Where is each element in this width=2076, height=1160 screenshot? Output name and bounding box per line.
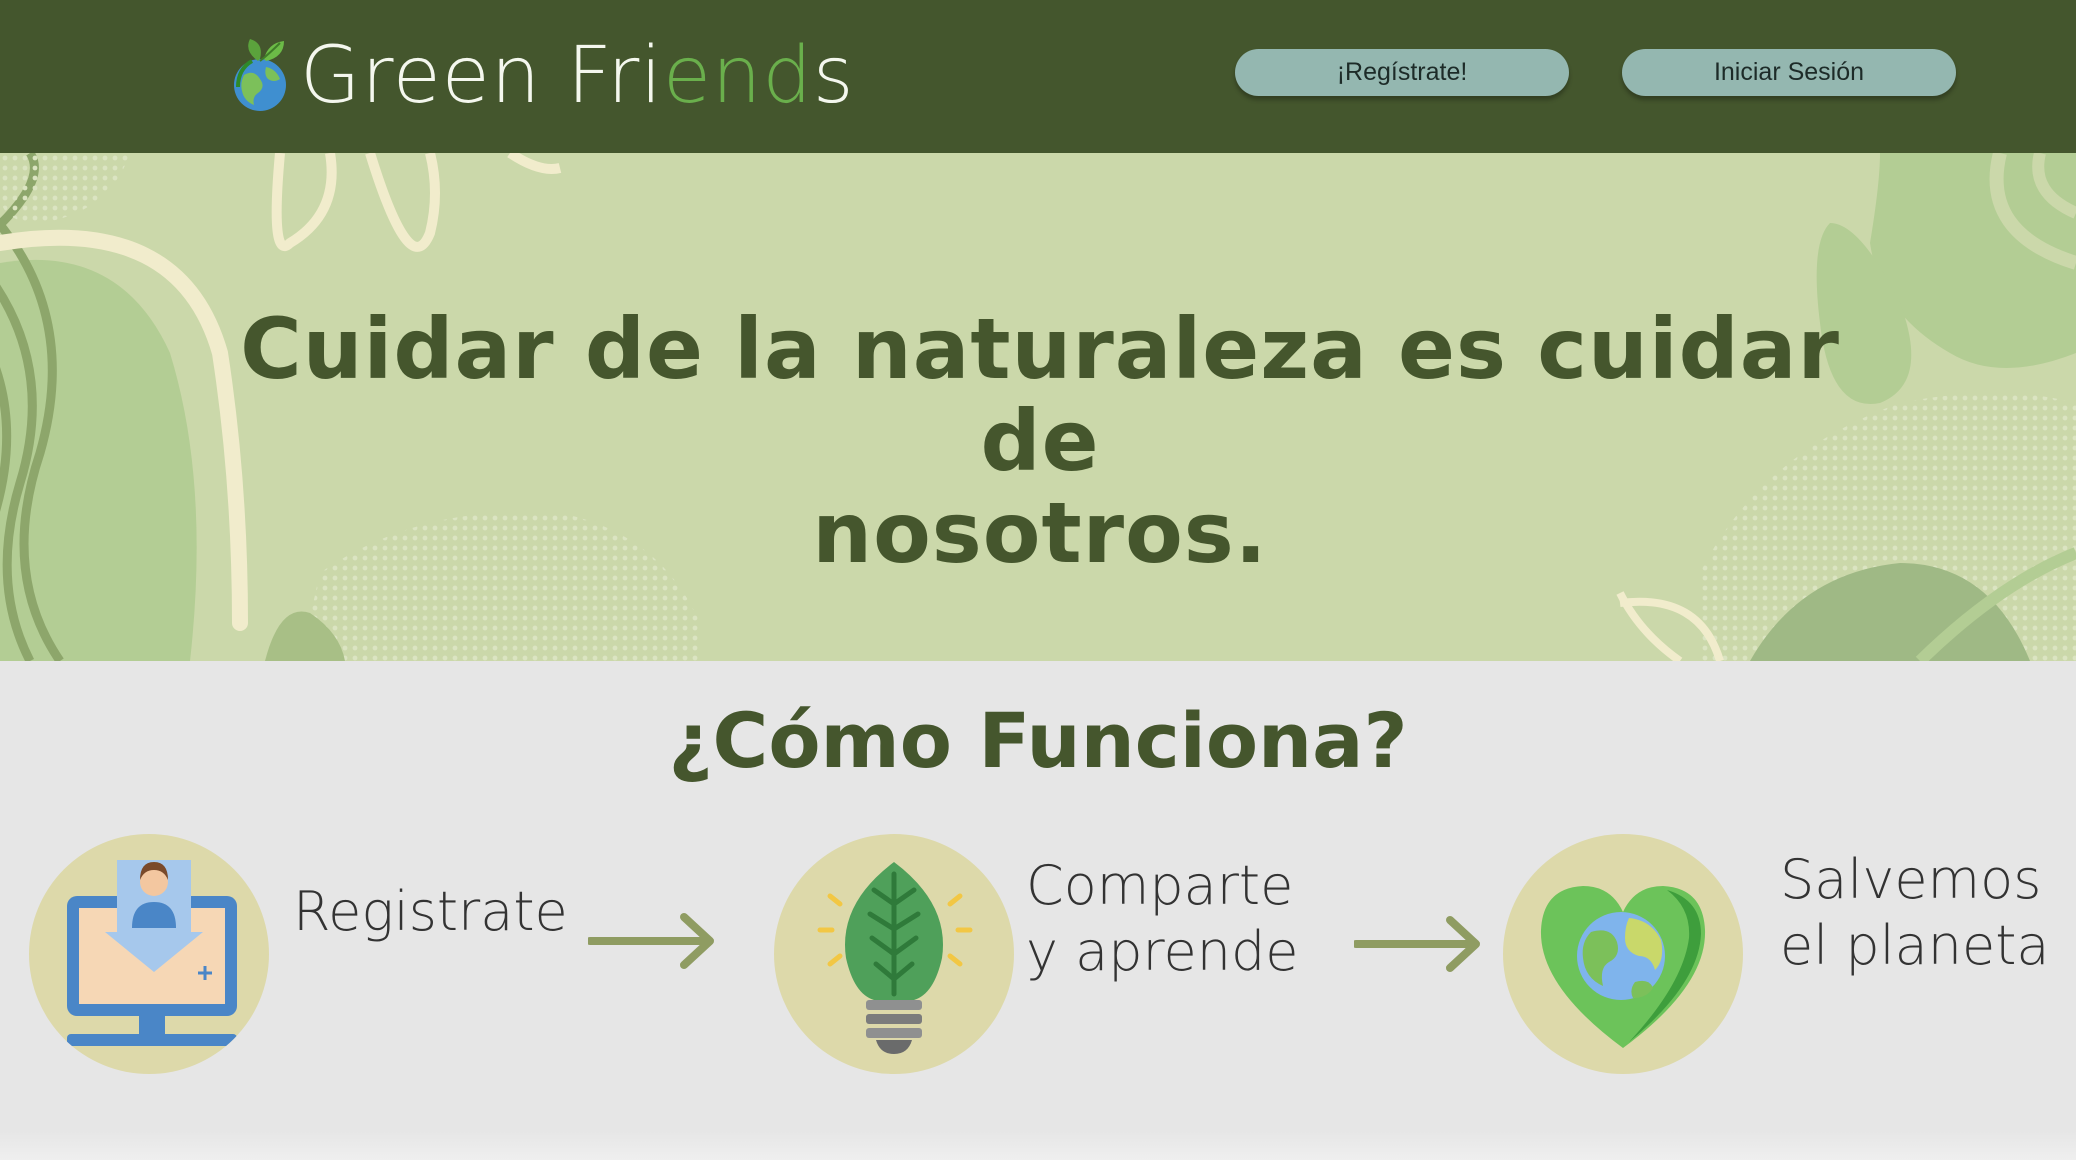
how-it-works-section: ¿Cómo Funciona? Registrate Comparte y ap…: [0, 661, 2076, 1160]
hero-headline: Cuidar de la naturaleza es cuidar de nos…: [200, 303, 1880, 579]
brand-name-part3: s: [812, 31, 855, 121]
globe-leaf-icon: [234, 39, 286, 111]
step-save-line2: el planeta: [1780, 914, 2050, 977]
computer-user-icon: [67, 860, 237, 1046]
step-share-line2: y aprende: [1026, 920, 1299, 983]
register-button[interactable]: ¡Regístrate!: [1235, 49, 1569, 96]
top-nav-bar: Green Friends ¡Regístrate! Iniciar Sesió…: [0, 0, 2076, 153]
arrow-right-icon: [1354, 916, 1480, 972]
step-share-circle: [774, 834, 1014, 1074]
hero-banner: Cuidar de la naturaleza es cuidar de nos…: [0, 153, 2076, 661]
footer-divider: [0, 1131, 2076, 1160]
step-save-circle: [1503, 834, 1743, 1074]
login-button[interactable]: Iniciar Sesión: [1622, 49, 1956, 96]
arrow-right-icon: [588, 913, 714, 969]
heart-earth-icon: [1540, 886, 1706, 1048]
hero-headline-line2: nosotros.: [812, 484, 1268, 582]
step-save-line1: Salvemos: [1780, 848, 2042, 911]
section-title: ¿Cómo Funciona?: [668, 696, 1408, 785]
step-share-label: Comparte y aprende: [1026, 853, 1298, 985]
step-share-line1: Comparte: [1026, 854, 1294, 917]
brand-logo[interactable]: Green Friends: [230, 26, 855, 126]
brand-name: Green Friends: [300, 37, 855, 115]
step-register-line1: Registrate: [293, 880, 568, 943]
step-register-label: Registrate: [293, 879, 568, 945]
step-save-label: Salvemos el planeta: [1780, 847, 2049, 979]
leaf-lightbulb-icon: [817, 862, 973, 1054]
hero-headline-line1: Cuidar de la naturaleza es cuidar de: [240, 300, 1840, 490]
step-register-circle: [29, 834, 269, 1074]
brand-name-part1: Green Fri: [300, 31, 663, 121]
brand-name-accent: end: [662, 31, 813, 121]
